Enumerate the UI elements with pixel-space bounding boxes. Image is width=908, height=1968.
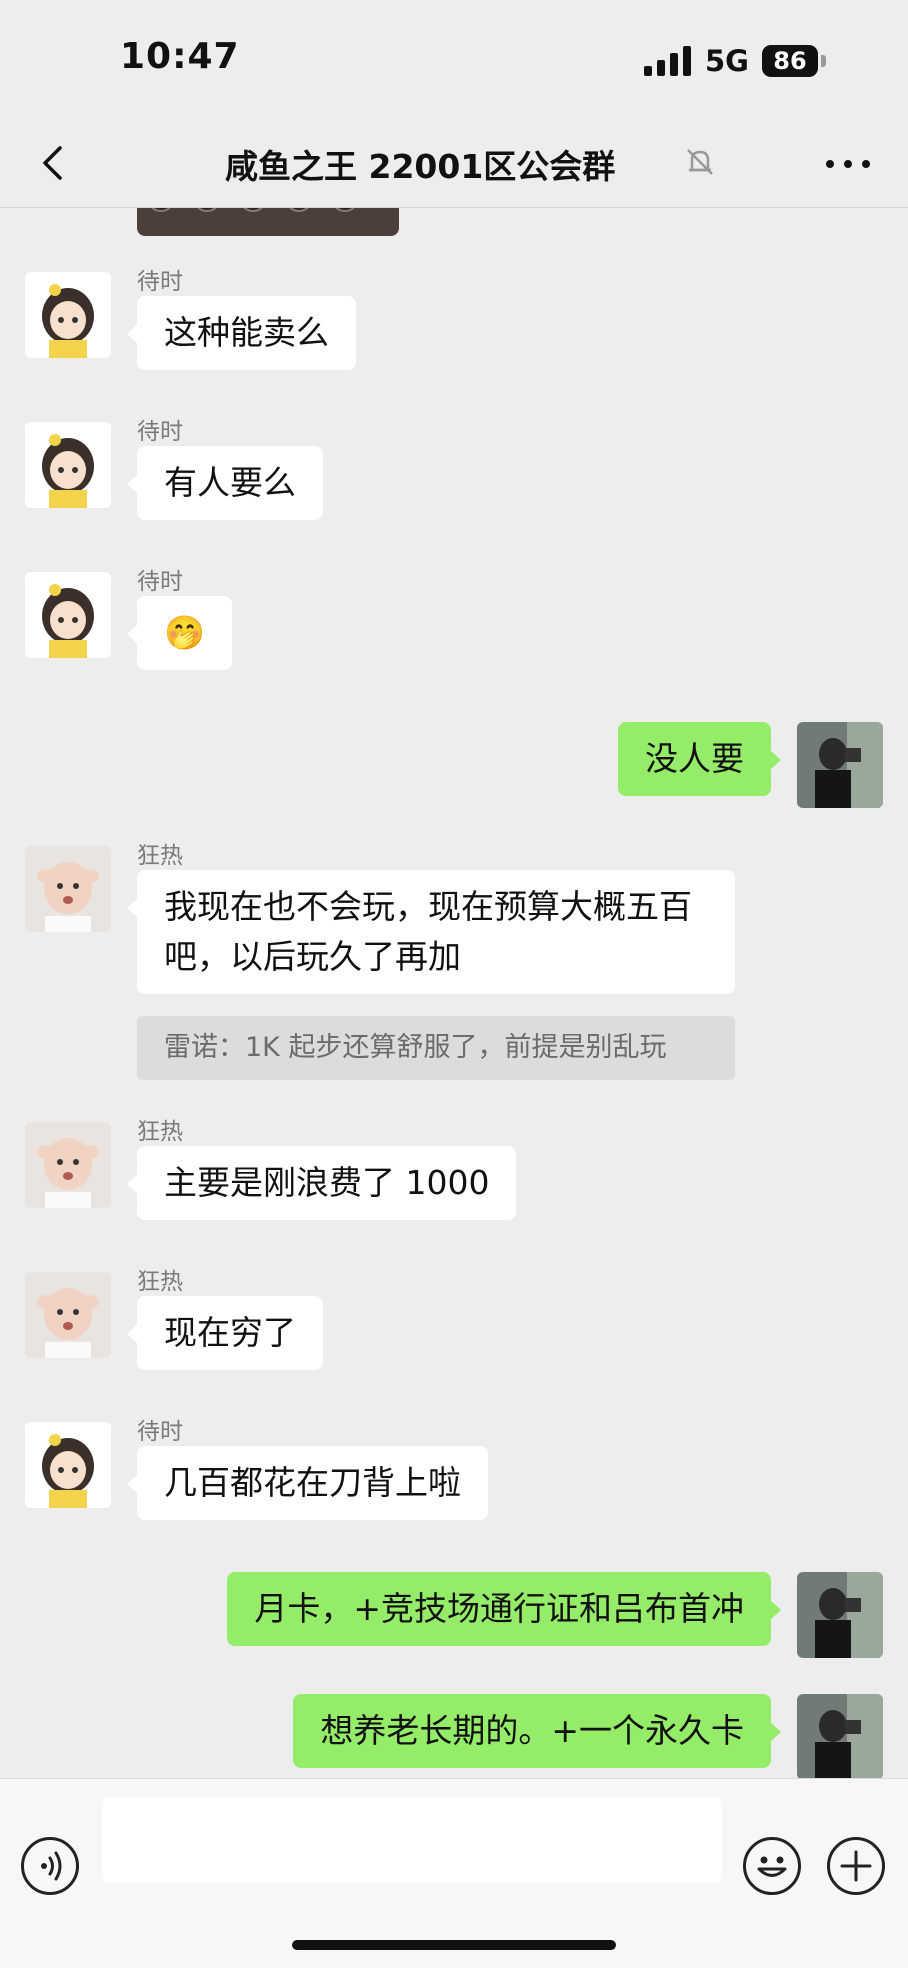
plus-icon: [840, 1850, 872, 1882]
message-bubble[interactable]: 现在穷了: [127, 1296, 323, 1370]
chevron-left-icon: [43, 146, 62, 180]
message-bubble[interactable]: 这种能卖么: [127, 296, 356, 370]
plus-button[interactable]: [827, 1837, 885, 1895]
self-photo-avatar[interactable]: [797, 1694, 883, 1778]
network-type: 5G: [705, 44, 749, 78]
message-bubble[interactable]: 想养老长期的。+一个永久卡: [293, 1694, 781, 1768]
baby-avatar[interactable]: [25, 1272, 111, 1358]
sender-name: 狂热: [137, 1119, 183, 1145]
back-button[interactable]: [30, 138, 80, 188]
message-input[interactable]: [102, 1797, 722, 1883]
message-bubble[interactable]: 主要是刚浪费了 1000: [126, 1146, 517, 1220]
sender-name: 狂热: [137, 1269, 183, 1295]
bell-slash-icon: [680, 142, 720, 182]
status-time: 10:47: [120, 36, 240, 77]
quoted-reply[interactable]: 雷诺：1K 起步还算舒服了，前提是别乱玩: [137, 1016, 735, 1080]
signal-icon: [644, 44, 692, 76]
chat-header: 咸鱼之王 22001区公会群: [0, 120, 908, 208]
baby-avatar[interactable]: [25, 1122, 111, 1208]
self-photo-avatar[interactable]: [797, 1572, 883, 1658]
message-bubble[interactable]: 没人要: [618, 722, 781, 796]
more-dots-icon: [826, 160, 870, 168]
sender-name: 待时: [137, 1419, 183, 1445]
self-photo-avatar[interactable]: [797, 722, 883, 808]
chat-message-list[interactable]: 待时 这种能卖么 待时 有人要么 待时 🤭 没人要 狂热 我现在也不会玩，现在预…: [0, 208, 908, 1778]
voice-icon: [41, 1851, 62, 1881]
baby-avatar[interactable]: [25, 846, 111, 932]
anime-girl-avatar[interactable]: [25, 1422, 111, 1508]
message-bubble[interactable]: 几百都花在刀背上啦: [127, 1446, 488, 1520]
anime-girl-avatar[interactable]: [25, 272, 111, 358]
shared-card-preview[interactable]: [137, 208, 399, 236]
sender-name: 待时: [137, 419, 183, 445]
more-options-button[interactable]: [820, 144, 876, 184]
sender-name: 待时: [137, 569, 183, 595]
anime-girl-avatar[interactable]: [25, 422, 111, 508]
chat-title: 咸鱼之王 22001区公会群: [225, 147, 616, 186]
sender-name: 待时: [137, 269, 183, 295]
emoji-button[interactable]: [743, 1837, 801, 1895]
battery-tip: [821, 55, 826, 67]
message-bubble[interactable]: 🤭: [126, 596, 233, 670]
anime-girl-avatar[interactable]: [25, 572, 111, 658]
message-bubble[interactable]: 有人要么: [127, 446, 323, 520]
battery-icon: 86: [762, 45, 818, 77]
message-bubble[interactable]: 月卡，+竞技场通行证和吕布首冲: [227, 1572, 781, 1646]
home-indicator[interactable]: [292, 1940, 616, 1950]
voice-button[interactable]: [21, 1837, 79, 1895]
message-bubble[interactable]: 我现在也不会玩，现在预算大概五百吧，以后玩久了再加: [127, 870, 735, 994]
sender-name: 狂热: [137, 843, 183, 869]
status-bar: 10:47 5G 86: [0, 0, 908, 120]
emoji-icon: [757, 1856, 787, 1877]
